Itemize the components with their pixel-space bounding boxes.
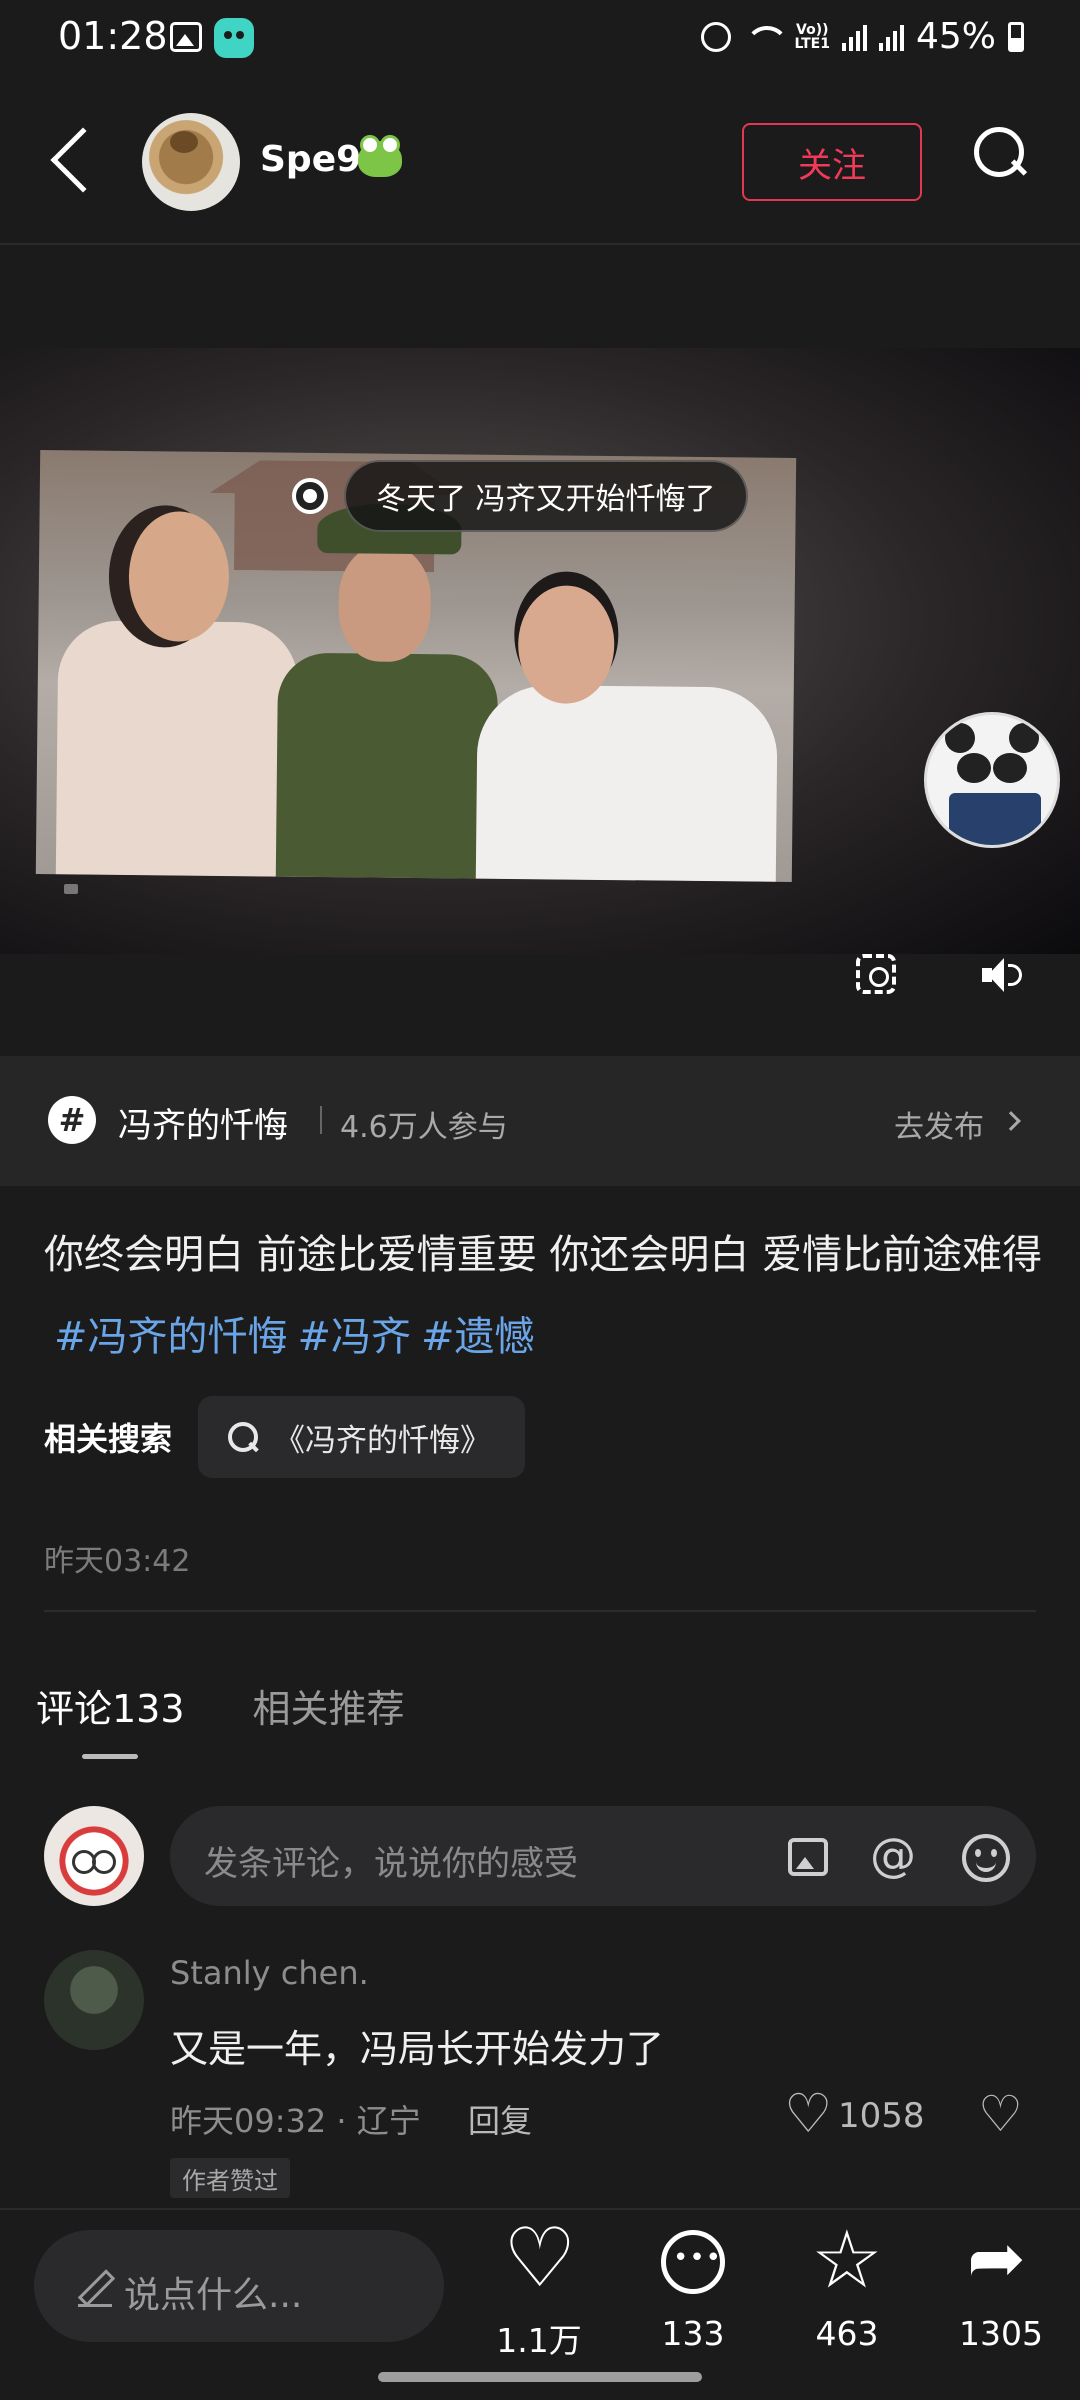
image-icon[interactable] bbox=[788, 1838, 828, 1876]
status-right: Vo)) LTE1 45% bbox=[700, 16, 1024, 57]
search-icon[interactable] bbox=[974, 127, 1024, 177]
related-search-chip[interactable]: 《冯齐的忏悔》 bbox=[198, 1396, 526, 1478]
search-icon bbox=[228, 1422, 259, 1452]
pen-icon bbox=[78, 2270, 112, 2307]
like-count: 1.1万 bbox=[496, 2321, 582, 2360]
topic-participants: 4.6万人参与 bbox=[340, 1110, 508, 1145]
home-indicator[interactable] bbox=[378, 2372, 702, 2382]
topic-bar[interactable]: # 冯齐的忏悔 4.6万人参与 去发布 bbox=[0, 1056, 1080, 1186]
tab-indicator bbox=[82, 1754, 138, 1759]
hashtag-link[interactable]: #冯齐 bbox=[298, 1314, 412, 1360]
emoji-icon[interactable] bbox=[962, 1834, 1010, 1882]
tab-bar: 评论133 相关推荐 bbox=[36, 1678, 405, 1733]
signal-icon bbox=[841, 23, 867, 51]
hashtag-link[interactable]: #冯齐的忏悔 bbox=[54, 1314, 288, 1360]
favorite-count: 463 bbox=[815, 2314, 879, 2353]
related-search-query: 《冯齐的忏悔》 bbox=[274, 1422, 492, 1459]
video-controls bbox=[0, 954, 1080, 1054]
divider bbox=[44, 1610, 1036, 1612]
comment-meta: 昨天09:32 · 辽宁 bbox=[170, 2102, 421, 2140]
scan-icon[interactable] bbox=[856, 954, 896, 994]
comment-text: 又是一年，冯局长开始发力了 bbox=[170, 2027, 665, 2071]
favorite-button[interactable]: 463 bbox=[782, 2216, 912, 2380]
share-count: 1305 bbox=[959, 2314, 1043, 2353]
follow-button[interactable]: 关注 bbox=[742, 123, 922, 201]
say-something-placeholder: 说点什么... bbox=[124, 2275, 303, 2316]
tab-recommend[interactable]: 相关推荐 bbox=[253, 1678, 405, 1733]
top-bar: Spe9. 关注 bbox=[0, 95, 1080, 245]
battery-percent: 45% bbox=[915, 16, 996, 57]
frog-emoji-icon bbox=[358, 135, 402, 177]
comment-like-count: 1058 bbox=[838, 2096, 925, 2136]
my-avatar[interactable] bbox=[44, 1806, 144, 1906]
video-caption: 冬天了 冯齐又开始忏悔了 bbox=[344, 460, 748, 532]
author-liked-badge: 作者赞过 bbox=[170, 2158, 290, 2198]
video-player[interactable]: 冬天了 冯齐又开始忏悔了 bbox=[0, 348, 1080, 954]
status-time: 01:28 bbox=[58, 14, 168, 58]
like-button[interactable]: 1.1万 bbox=[474, 2214, 604, 2380]
publish-link[interactable]: 去发布 bbox=[894, 1102, 984, 1146]
alarm-icon bbox=[700, 21, 731, 52]
video-person-middle bbox=[275, 502, 500, 879]
video-person-right bbox=[475, 585, 779, 882]
app-icon bbox=[214, 18, 254, 58]
say-something-input[interactable]: 说点什么... bbox=[34, 2230, 444, 2342]
commenter-name[interactable]: Stanly chen. bbox=[170, 1954, 369, 1992]
topic-name: 冯齐的忏悔 bbox=[118, 1106, 288, 1146]
back-icon[interactable] bbox=[50, 127, 116, 193]
hashtag-link[interactable]: #遗憾 bbox=[421, 1314, 535, 1360]
related-search-label: 相关搜索 bbox=[44, 1420, 173, 1458]
volume-icon[interactable] bbox=[982, 958, 1022, 992]
star-icon bbox=[811, 2216, 883, 2304]
comment-count: 133 bbox=[661, 2314, 725, 2353]
share-icon bbox=[967, 2218, 1033, 2298]
reply-button[interactable]: 回复 bbox=[468, 2096, 532, 2142]
share-button[interactable]: 1305 bbox=[936, 2218, 1066, 2380]
heart-icon bbox=[503, 2214, 577, 2304]
related-search: 相关搜索 《冯齐的忏悔》 bbox=[44, 1396, 526, 1478]
comment-input[interactable]: 发条评论，说说你的感受 @ bbox=[170, 1806, 1036, 1906]
signal-icon bbox=[878, 23, 904, 51]
battery-icon bbox=[1008, 21, 1024, 52]
comment-bubble-icon bbox=[661, 2230, 725, 2294]
video-watermark-icon bbox=[64, 884, 78, 894]
comment-button[interactable]: 133 bbox=[628, 2230, 758, 2380]
tab-comments[interactable]: 评论133 bbox=[36, 1678, 185, 1733]
at-icon[interactable]: @ bbox=[870, 1828, 916, 1882]
status-bar: 01:28 Vo)) LTE1 45% bbox=[0, 0, 1080, 78]
chevron-right-icon bbox=[1001, 1111, 1021, 1131]
commenter-avatar[interactable] bbox=[44, 1950, 144, 2050]
author-avatar[interactable] bbox=[142, 113, 240, 211]
topic-divider bbox=[320, 1106, 322, 1134]
wifi-icon bbox=[743, 22, 789, 52]
caption-record-icon bbox=[292, 478, 328, 514]
comment-input-placeholder: 发条评论，说说你的感受 bbox=[204, 1844, 578, 1884]
image-icon bbox=[170, 22, 202, 52]
hashtag-icon: # bbox=[48, 1096, 96, 1144]
post-description: 你终会明白 前途比爱情重要 你还会明白 爱情比前途难得 #冯齐的忏悔 #冯齐 #遗憾 bbox=[44, 1214, 1044, 1378]
post-text: 你终会明白 前途比爱情重要 你还会明白 爱情比前途难得 bbox=[44, 1232, 1043, 1278]
post-time: 昨天03:42 bbox=[44, 1544, 191, 1579]
video-person-left bbox=[55, 510, 300, 877]
panda-widget[interactable] bbox=[924, 712, 1060, 848]
comment-like-icon[interactable] bbox=[784, 2084, 832, 2144]
dislike-icon[interactable]: ♡ bbox=[978, 2086, 1023, 2142]
lte-label: Vo)) LTE1 bbox=[794, 21, 830, 52]
